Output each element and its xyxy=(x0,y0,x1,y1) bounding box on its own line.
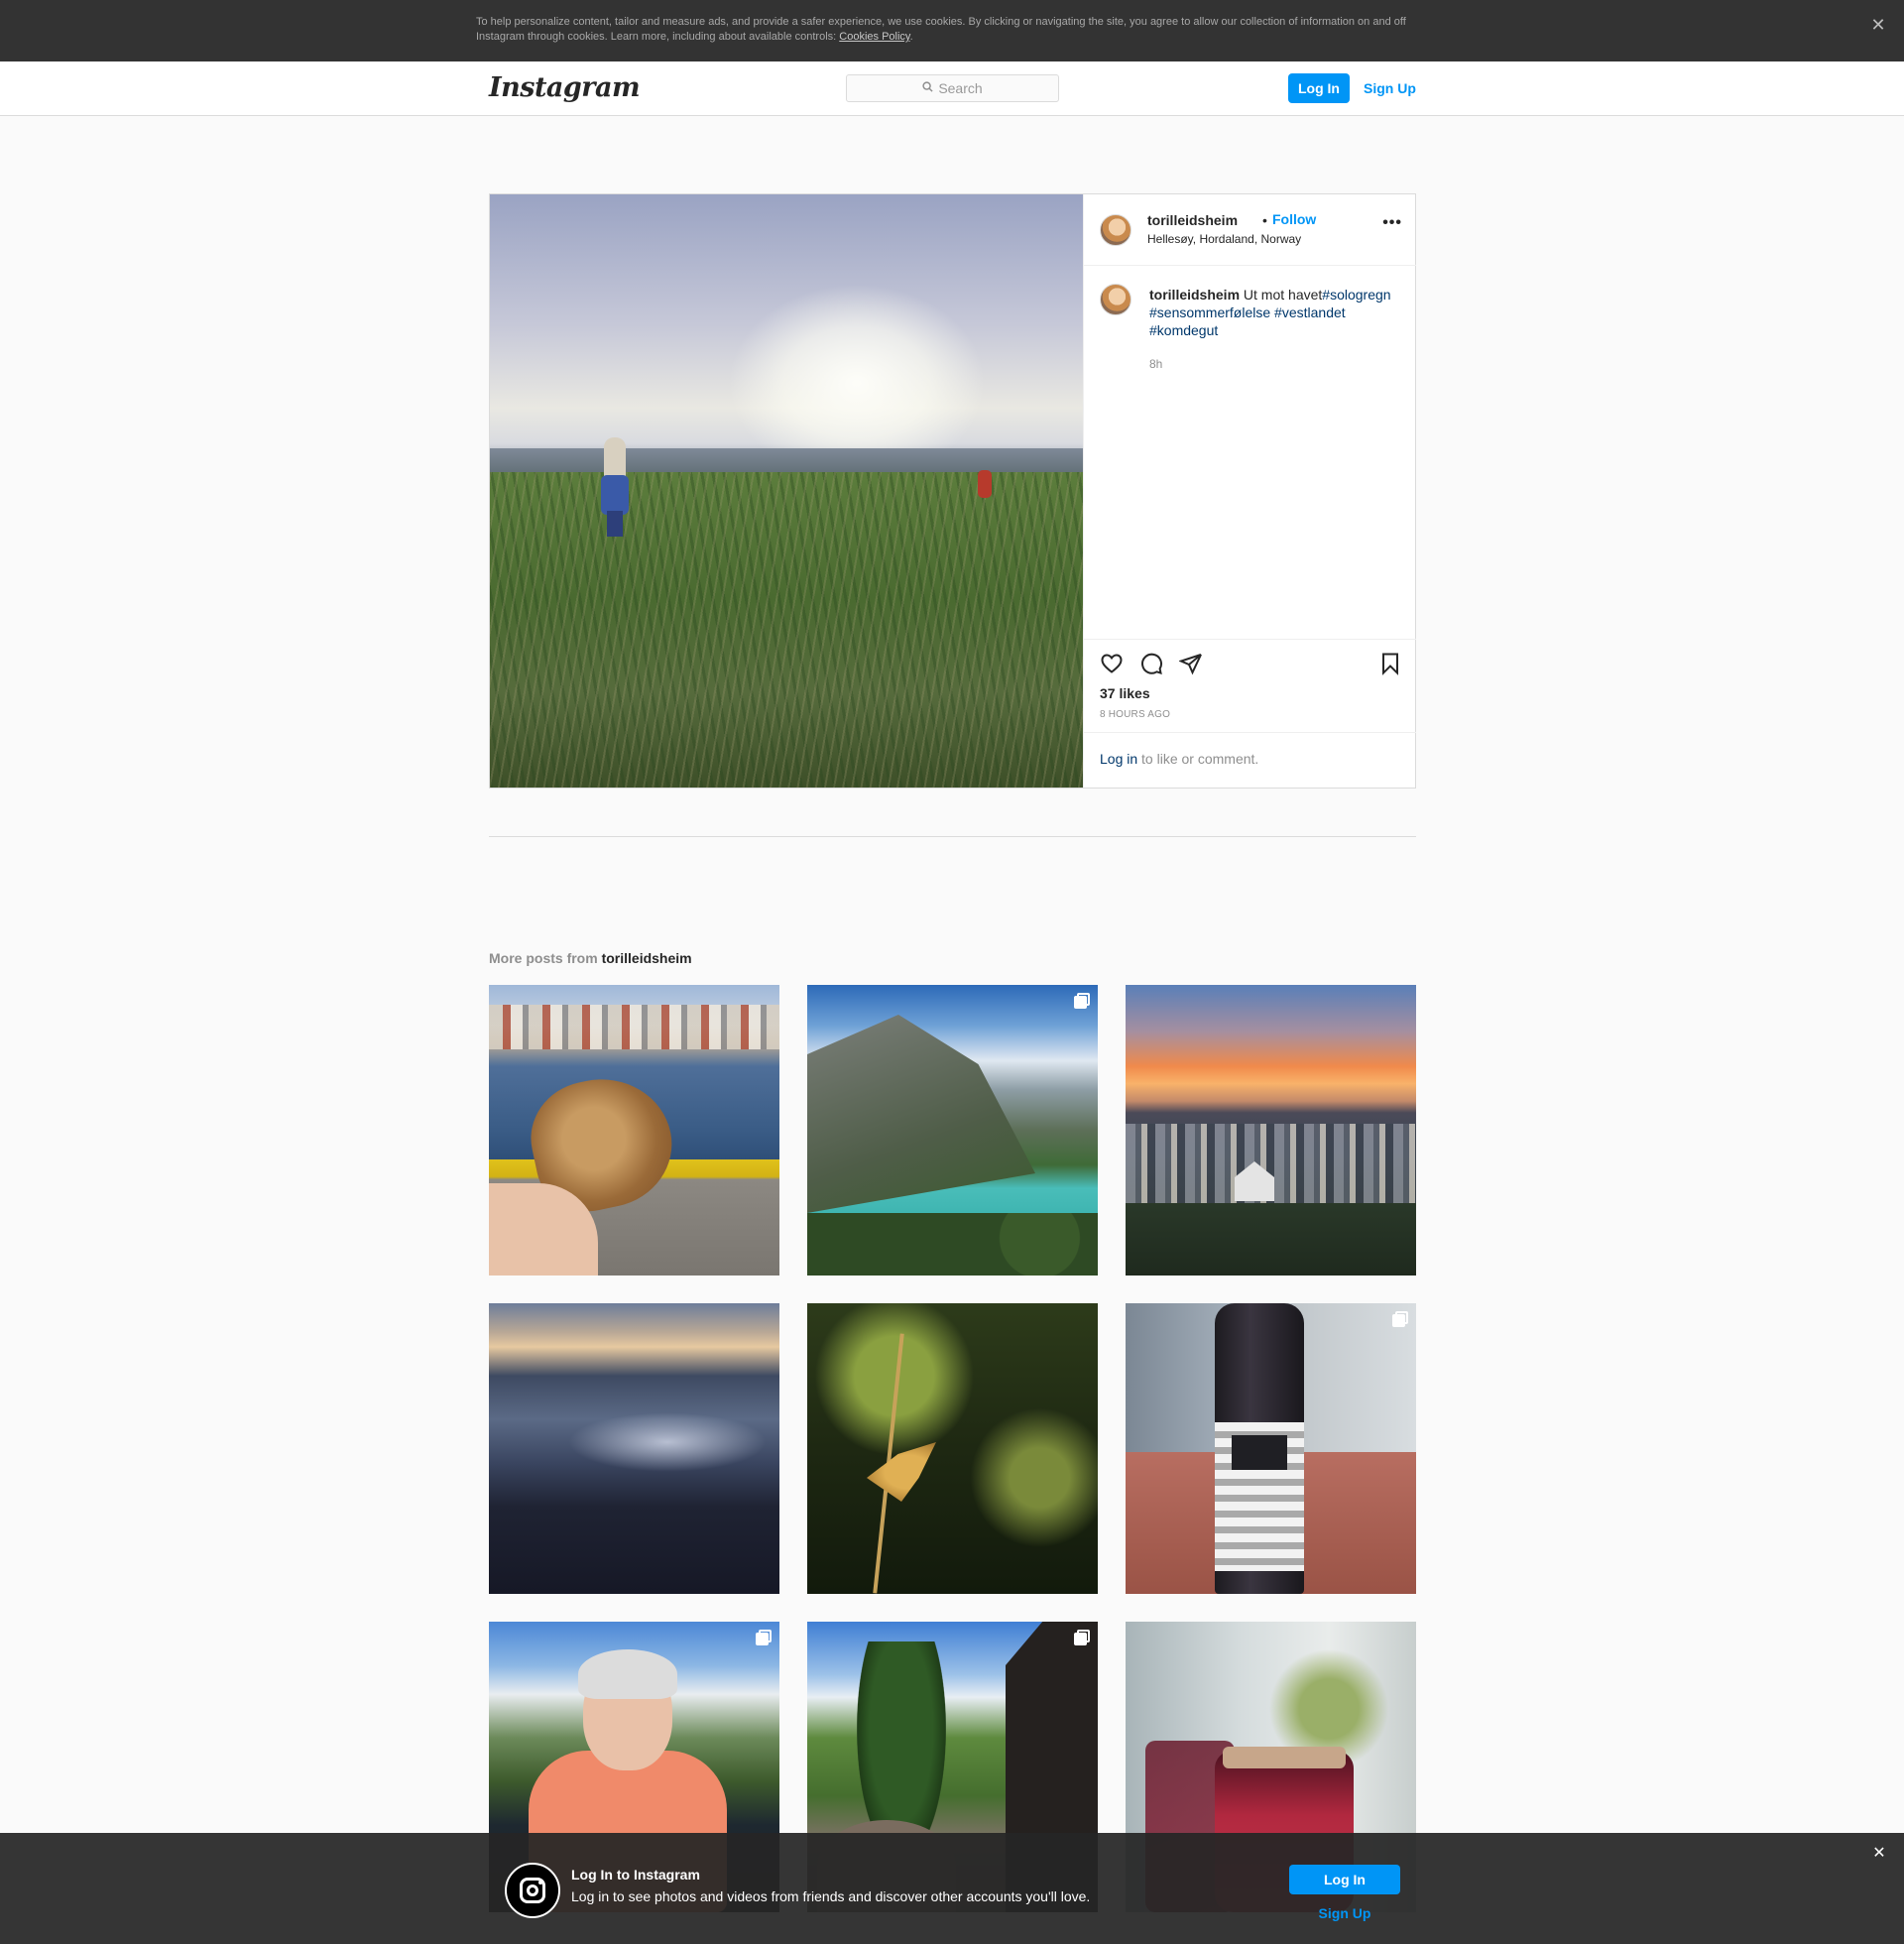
heart-icon[interactable] xyxy=(1098,650,1126,677)
grid-post-5[interactable] xyxy=(807,1303,1098,1594)
carousel-icon-front xyxy=(756,1633,769,1645)
search-input[interactable]: Search xyxy=(846,74,1059,102)
login-to-comment: Log in to like or comment. xyxy=(1084,732,1416,788)
share-icon[interactable] xyxy=(1177,650,1205,677)
tile-bottle-label-emblem xyxy=(1232,1435,1287,1470)
tile-town xyxy=(489,1005,779,1049)
hashtag-link[interactable]: #komdegut xyxy=(1149,322,1218,338)
cookie-text: To help personalize content, tailor and … xyxy=(476,15,1418,45)
photo-person-legs xyxy=(607,511,623,537)
carousel-icon xyxy=(1074,993,1090,1009)
post-card: torilleidsheim • Follow Hellesøy, Hordal… xyxy=(489,193,1416,789)
photo-person xyxy=(599,437,629,537)
search-placeholder: Search xyxy=(938,80,983,96)
grid-post-4[interactable] xyxy=(489,1303,779,1594)
hashtag-link[interactable]: #vestlandet xyxy=(1274,304,1346,320)
carousel-icon-front xyxy=(1074,996,1087,1009)
post-sidebar: torilleidsheim • Follow Hellesøy, Hordal… xyxy=(1083,194,1416,788)
top-nav: Instagram Search Log In Sign Up xyxy=(0,61,1904,116)
caption: torilleidsheim Ut mot havet​ #sologregn … xyxy=(1084,266,1416,563)
login-prompt-subtitle: Log in to see photos and videos from fri… xyxy=(571,1888,1091,1904)
signup-link[interactable]: Sign Up xyxy=(1364,73,1416,103)
cookie-text-period: . xyxy=(909,31,913,43)
comment-icon[interactable] xyxy=(1137,650,1165,677)
post-location[interactable]: Hellesøy, Hordaland, Norway xyxy=(1147,232,1301,246)
post-actions: 37 likes 8 HOURS AGO Log in to like or c… xyxy=(1084,639,1416,788)
caption-body: Ut mot havet xyxy=(1243,287,1323,303)
post-photo[interactable] xyxy=(490,194,1083,788)
photo-person-body xyxy=(601,475,629,515)
section-divider xyxy=(489,836,1416,837)
tile-hair xyxy=(578,1649,677,1699)
carousel-icon xyxy=(756,1630,772,1645)
bookmark-icon[interactable] xyxy=(1376,650,1404,677)
glyph-camera-flash xyxy=(538,1881,542,1884)
caption-author[interactable]: torilleidsheim xyxy=(1149,287,1240,303)
post-owner-username[interactable]: torilleidsheim xyxy=(1147,212,1238,228)
photo-grass xyxy=(490,472,1083,788)
login-prompt-bar: Log In to Instagram Log in to see photos… xyxy=(0,1833,1904,1944)
grid-post-2[interactable] xyxy=(807,985,1098,1276)
avatar[interactable] xyxy=(1100,284,1131,315)
tile-mountain xyxy=(807,1015,1035,1213)
cookies-policy-link[interactable]: Cookies Policy xyxy=(839,31,909,43)
close-icon[interactable]: ✕ xyxy=(1868,1843,1890,1865)
search-icon xyxy=(922,81,933,95)
login-button[interactable]: Log In xyxy=(1289,1865,1400,1894)
hashtag-link[interactable]: #sologregn xyxy=(1322,287,1390,303)
photo-person-distant xyxy=(978,470,992,498)
login-prompt-title: Log In to Instagram xyxy=(571,1867,700,1883)
login-prompt-text: to like or comment. xyxy=(1137,751,1259,767)
hashtag-link[interactable]: #sensommerfølelse xyxy=(1149,304,1270,320)
signup-link[interactable]: Sign Up xyxy=(1289,1903,1400,1923)
post-timestamp: 8 HOURS AGO xyxy=(1100,709,1171,720)
post-header: torilleidsheim • Follow Hellesøy, Hordal… xyxy=(1084,194,1416,266)
tile-water-shine xyxy=(568,1412,767,1472)
carousel-icon-front xyxy=(1074,1633,1087,1645)
carousel-icon xyxy=(1392,1311,1408,1327)
tile-butterfly xyxy=(867,1442,936,1502)
login-link[interactable]: Log in xyxy=(1100,751,1137,767)
more-options-icon[interactable]: ••• xyxy=(1382,215,1402,231)
avatar[interactable] xyxy=(1100,214,1131,246)
follow-button[interactable]: Follow xyxy=(1272,211,1316,227)
more-posts-owner[interactable]: torilleidsheim xyxy=(602,950,692,966)
grid-post-6[interactable] xyxy=(1126,1303,1416,1594)
more-posts-heading: More posts from torilleidsheim xyxy=(489,950,692,966)
caption-text: torilleidsheim Ut mot havet​ #sologregn … xyxy=(1149,286,1407,339)
more-posts-prefix: More posts from xyxy=(489,950,602,966)
grid-post-1[interactable] xyxy=(489,985,779,1276)
instagram-glyph-icon xyxy=(505,1863,560,1918)
cookie-banner: To help personalize content, tailor and … xyxy=(0,0,1904,61)
login-button[interactable]: Log In xyxy=(1288,73,1350,103)
likes-count[interactable]: 37 likes xyxy=(1100,685,1150,701)
cookie-text-body: To help personalize content, tailor and … xyxy=(476,16,1406,43)
close-icon[interactable]: ✕ xyxy=(1867,14,1889,36)
tile-trees xyxy=(807,1213,1098,1276)
tile-jar-lid xyxy=(1223,1747,1346,1768)
carousel-icon-front xyxy=(1392,1314,1405,1327)
grid-post-3[interactable] xyxy=(1126,985,1416,1276)
caption-time: 8h xyxy=(1149,357,1163,371)
follow-separator: • xyxy=(1262,212,1267,228)
instagram-logo[interactable]: Instagram xyxy=(489,71,641,105)
glyph-camera-lens xyxy=(527,1884,538,1896)
carousel-icon xyxy=(1074,1630,1090,1645)
